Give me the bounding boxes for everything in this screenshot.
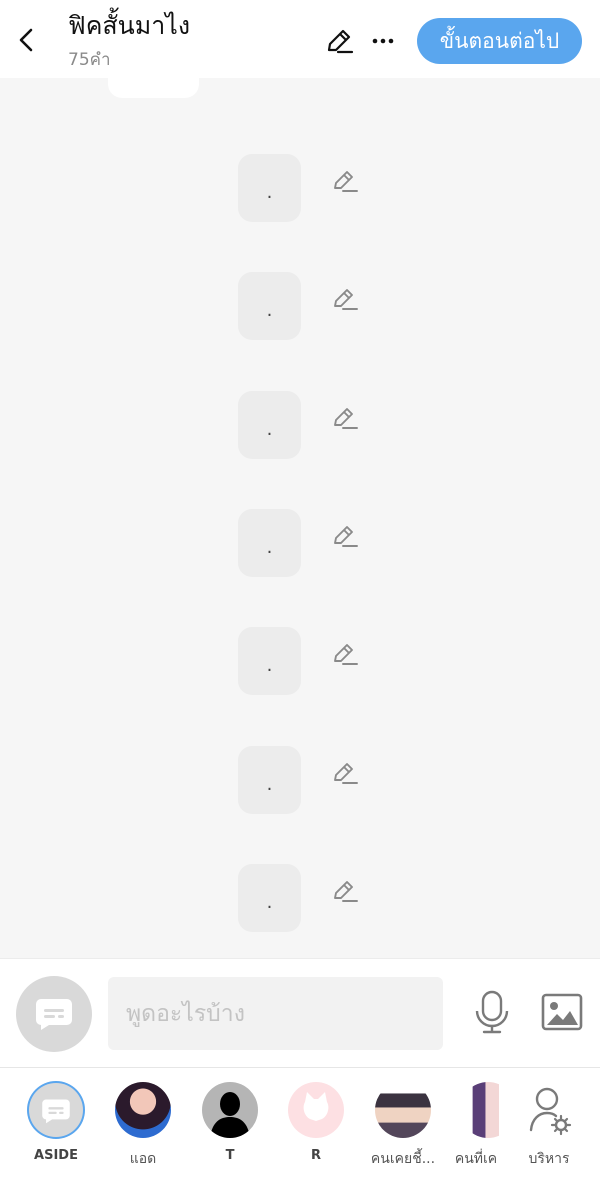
character-r[interactable]: R — [281, 1082, 351, 1178]
microphone-icon[interactable] — [474, 989, 510, 1035]
character-someone[interactable]: คนที่เค — [453, 1082, 499, 1178]
word-count: 75คำ — [68, 50, 111, 70]
edit-message-icon[interactable] — [332, 522, 360, 550]
message-row: . — [238, 627, 368, 695]
character-label: คนเคยชี้... — [370, 1151, 436, 1167]
message-row: . — [238, 391, 368, 459]
edit-message-icon[interactable] — [332, 759, 360, 787]
message-bubble[interactable]: . — [238, 627, 301, 695]
avatar — [460, 1082, 499, 1138]
message-row: . — [238, 746, 368, 814]
message-bubble[interactable]: . — [238, 509, 301, 577]
message-bubble[interactable]: . — [238, 272, 301, 340]
composer-bar — [0, 958, 600, 1067]
message-input[interactable] — [108, 977, 443, 1050]
character-t[interactable]: T — [195, 1082, 265, 1178]
avatar — [29, 1083, 83, 1137]
message-row: . — [238, 272, 368, 340]
next-step-button[interactable]: ขั้นตอนต่อไป — [417, 18, 582, 64]
chat-bubble-icon — [36, 999, 72, 1030]
message-bubble[interactable]: . — [238, 864, 301, 932]
message-bubble[interactable]: . — [238, 391, 301, 459]
character-label: T — [225, 1148, 235, 1163]
character-ad[interactable]: แอด — [108, 1082, 178, 1178]
image-icon[interactable] — [541, 993, 583, 1031]
more-options-icon[interactable] — [370, 28, 396, 54]
avatar — [202, 1082, 258, 1138]
message-row: . — [238, 154, 368, 222]
top-bar: ฟิคสั้นมาไง 75คำ ขั้นตอนต่อไป — [0, 0, 600, 78]
person-silhouette-icon — [210, 1092, 250, 1138]
message-bubble-partial[interactable] — [108, 66, 199, 98]
message-row: . — [238, 864, 368, 932]
character-label: R — [310, 1148, 321, 1163]
edit-message-icon[interactable] — [332, 167, 360, 195]
avatar — [288, 1082, 344, 1138]
message-row: . — [238, 509, 368, 577]
character-label: ASIDE — [34, 1148, 78, 1163]
character-bar: ASIDE แอด T R คนเคยชี้... คนที่เค บริหาร — [0, 1067, 600, 1184]
character-label: บริหาร — [528, 1151, 570, 1167]
edit-message-icon[interactable] — [332, 877, 360, 905]
edit-message-icon[interactable] — [332, 285, 360, 313]
message-bubble[interactable]: . — [238, 154, 301, 222]
pencil-icon[interactable] — [324, 26, 354, 56]
message-bubble[interactable]: . — [238, 746, 301, 814]
avatar — [115, 1082, 171, 1138]
back-arrow-icon[interactable] — [14, 26, 40, 54]
character-aside[interactable]: ASIDE — [21, 1082, 91, 1178]
chat-bubble-icon — [42, 1099, 70, 1124]
avatar — [375, 1082, 431, 1138]
aside-toggle-button[interactable] — [16, 976, 92, 1052]
user-settings-icon — [529, 1087, 572, 1136]
character-label: แอด — [129, 1151, 157, 1167]
cat-icon — [303, 1092, 329, 1121]
manage-characters-button[interactable]: บริหาร — [514, 1082, 584, 1178]
character-former[interactable]: คนเคยชี้... — [368, 1082, 438, 1178]
character-label: คนที่เค — [454, 1151, 498, 1167]
edit-message-icon[interactable] — [332, 404, 360, 432]
story-title[interactable]: ฟิคสั้นมาไง — [68, 10, 190, 42]
edit-message-icon[interactable] — [332, 640, 360, 668]
